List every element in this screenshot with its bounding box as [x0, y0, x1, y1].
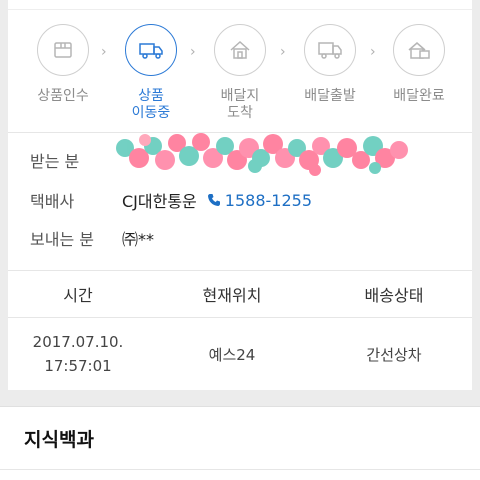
divider — [0, 469, 480, 470]
chevron-right-icon: › — [101, 44, 107, 60]
step-label: 배달출발 — [304, 88, 356, 104]
delivery-truck-icon — [304, 24, 356, 76]
header-status: 배송상태 — [364, 286, 424, 305]
box-icon — [37, 24, 89, 76]
sender-row: 보내는 분 ㈜** — [30, 226, 154, 250]
top-edge — [8, 0, 472, 10]
tracking-table-header: 시간 현재위치 배송상태 — [8, 270, 472, 318]
header-location: 현재위치 — [202, 286, 262, 305]
delivery-progress-steps: 상품인수 › 상품 이동중 › 배달지 도착 › 배달출발 › 배달완료 — [8, 14, 472, 126]
redaction-scribble — [116, 133, 408, 176]
step-label: 상품 이동중 — [131, 88, 171, 121]
receiver-row: 받는 분 — [30, 148, 122, 172]
sender-label: 보내는 분 — [30, 230, 94, 249]
step-label: 상품인수 — [37, 88, 89, 104]
chevron-right-icon: › — [370, 44, 376, 60]
chevron-right-icon: › — [190, 44, 196, 60]
row-location: 예스24 — [208, 345, 256, 364]
courier-label: 택배사 — [30, 192, 75, 211]
delivered-icon — [393, 24, 445, 76]
courier-phone-number: 1588-1255 — [224, 190, 312, 210]
knowledge-section: 지식백과 — [0, 406, 480, 480]
row-status: 간선상차 — [366, 345, 422, 364]
courier-phone-link[interactable]: 1588-1255 — [207, 191, 312, 210]
section-title[interactable]: 지식백과 — [24, 425, 94, 452]
row-clock: 17:57:01 — [44, 357, 112, 375]
step-delivered: 배달완료 — [379, 24, 459, 105]
step-in-transit: 상품 이동중 — [111, 24, 191, 122]
step-received: 상품인수 — [23, 24, 103, 105]
receiver-label: 받는 분 — [30, 152, 80, 171]
courier-row: 택배사 CJ대한통운 1588-1255 — [30, 188, 312, 212]
house-icon — [214, 24, 266, 76]
courier-name: CJ대한통운 — [122, 192, 197, 211]
step-label: 배달지 도착 — [220, 88, 260, 121]
phone-icon — [207, 194, 220, 206]
header-time: 시간 — [63, 286, 93, 305]
row-date: 2017.07.10. — [32, 333, 124, 351]
table-row: 2017.07.10. 17:57:01 예스24 간선상차 — [8, 318, 472, 390]
step-out-for-delivery: 배달출발 — [290, 24, 370, 105]
chevron-right-icon: › — [280, 44, 286, 60]
sender-name: ㈜** — [122, 230, 155, 249]
truck-icon — [125, 24, 177, 76]
row-time: 2017.07.10. 17:57:01 — [8, 330, 148, 378]
step-arrived: 배달지 도착 — [200, 24, 280, 122]
step-label: 배달완료 — [393, 88, 445, 104]
